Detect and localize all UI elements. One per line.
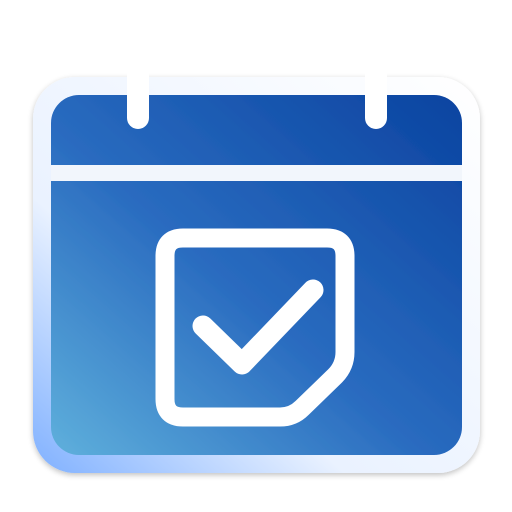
calendar-check-icon [33, 37, 480, 473]
binder-ring-right [365, 37, 387, 129]
app-icon [0, 0, 512, 512]
calendar-face [51, 95, 462, 455]
binder-ring-left [127, 37, 149, 129]
calendar-header-divider [51, 165, 462, 181]
